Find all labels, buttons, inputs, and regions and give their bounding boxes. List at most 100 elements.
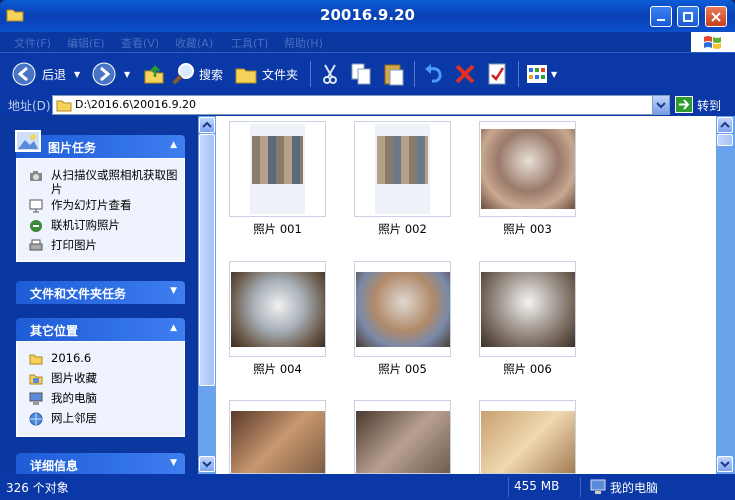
- up-folder-button[interactable]: [143, 61, 165, 87]
- photo-005-image: [356, 272, 450, 347]
- task-pane-scrollbar[interactable]: [198, 116, 216, 474]
- place-my-computer[interactable]: 我的电脑: [29, 391, 97, 406]
- paste-button[interactable]: [383, 61, 405, 87]
- expand-chevron-icon[interactable]: ▼: [170, 458, 177, 468]
- task-order-prints[interactable]: 联机订购照片: [29, 218, 120, 233]
- file-view: 照片 001 照片 002 照片 003 照片 004 照片 005 照片 00…: [216, 116, 716, 474]
- file-folder-tasks-header[interactable]: 文件和文件夹任务 ▼: [16, 281, 185, 304]
- views-button[interactable]: ▼: [527, 61, 557, 87]
- menu-favorites[interactable]: 收藏(A): [175, 35, 213, 51]
- maximize-button[interactable]: [677, 6, 699, 27]
- forward-button[interactable]: ▼: [92, 61, 130, 87]
- menu-view[interactable]: 查看(V): [121, 35, 159, 51]
- scroll-down-button[interactable]: [199, 456, 215, 472]
- thumbnail-001[interactable]: [229, 121, 326, 217]
- photo-003-image: [481, 129, 575, 209]
- menu-help[interactable]: 帮助(H): [284, 35, 323, 51]
- location-label: 我的电脑: [610, 481, 659, 495]
- other-places-header[interactable]: 其它位置 ▲: [16, 318, 185, 341]
- thumbnail-002[interactable]: [354, 121, 451, 217]
- scroll-thumb[interactable]: [199, 134, 215, 386]
- task-slideshow-label: 作为幻灯片查看: [51, 198, 132, 212]
- close-button[interactable]: [705, 6, 727, 27]
- collapse-chevron-icon[interactable]: ▲: [170, 323, 177, 333]
- thumbnail-003[interactable]: [479, 121, 576, 217]
- task-print-pictures[interactable]: 打印图片: [29, 238, 97, 253]
- computer-icon: [29, 392, 43, 405]
- move-to-button[interactable]: [320, 61, 340, 87]
- title-bar[interactable]: 20016.9.20: [0, 0, 735, 32]
- address-input[interactable]: D:\2016.6\20016.9.20: [52, 95, 670, 115]
- back-dropdown-icon[interactable]: ▼: [74, 70, 80, 79]
- task-slideshow[interactable]: 作为幻灯片查看: [29, 198, 132, 213]
- collapse-chevron-icon[interactable]: ▲: [170, 140, 177, 150]
- chevron-down-icon: [656, 102, 666, 109]
- menu-bar: 文件(F) 编辑(E) 查看(V) 收藏(A) 工具(T) 帮助(H): [0, 32, 735, 54]
- menu-tools[interactable]: 工具(T): [231, 35, 268, 51]
- details-header[interactable]: 详细信息 ▼: [16, 453, 185, 476]
- close-icon: [711, 11, 721, 22]
- delete-button[interactable]: [454, 61, 476, 87]
- scroll-thumb[interactable]: [717, 134, 733, 146]
- go-label[interactable]: 转到: [697, 97, 721, 114]
- copy-button[interactable]: [350, 61, 372, 87]
- scroll-down-button[interactable]: [717, 456, 733, 472]
- menu-edit[interactable]: 编辑(E): [67, 35, 105, 51]
- thumbnail-009[interactable]: [479, 400, 576, 474]
- file-name[interactable]: 照片 002: [354, 221, 451, 237]
- chevron-down-icon: [202, 461, 212, 468]
- scroll-up-button[interactable]: [199, 117, 215, 133]
- task-get-pictures[interactable]: 从扫描仪或照相机获取图片: [29, 168, 179, 196]
- photo-004-image: [231, 272, 325, 347]
- views-dropdown-icon[interactable]: ▼: [551, 70, 557, 79]
- thumbnail-008[interactable]: [354, 400, 451, 474]
- windows-logo: [691, 32, 735, 54]
- properties-button[interactable]: [487, 61, 507, 87]
- file-name[interactable]: 照片 003: [479, 221, 576, 237]
- address-value: D:\2016.6\20016.9.20: [75, 98, 197, 111]
- place-my-pictures[interactable]: 图片收藏: [29, 371, 97, 386]
- thumbnail-006[interactable]: [479, 261, 576, 357]
- object-count: 326 个对象: [6, 481, 69, 495]
- undo-icon: [425, 64, 442, 83]
- back-button[interactable]: 后退 ▼: [12, 61, 80, 87]
- photo-008-image: [356, 411, 450, 473]
- maximize-icon: [683, 11, 693, 22]
- thumbnail-005[interactable]: [354, 261, 451, 357]
- paste-icon: [384, 64, 404, 86]
- back-label: 后退: [42, 67, 67, 82]
- menu-file[interactable]: 文件(F): [14, 35, 51, 51]
- file-name[interactable]: 照片 001: [229, 221, 326, 237]
- photo-002-image: [375, 124, 430, 214]
- go-button[interactable]: [675, 96, 693, 113]
- photo-001-image: [250, 124, 305, 214]
- file-name[interactable]: 照片 006: [479, 361, 576, 377]
- printer-icon: [29, 239, 43, 251]
- file-name[interactable]: 照片 005: [354, 361, 451, 377]
- camera-icon: [30, 171, 42, 181]
- picture-tasks-header[interactable]: 图片任务 ▲: [15, 130, 185, 158]
- network-globe-icon: [29, 412, 43, 426]
- photo-007-image: [231, 411, 325, 473]
- place-network-label: 网上邻居: [51, 411, 97, 425]
- undo-button[interactable]: [423, 61, 445, 87]
- folders-button[interactable]: 文件夹: [234, 61, 298, 87]
- place-2016-6[interactable]: 2016.6: [29, 351, 91, 366]
- minimize-button[interactable]: [650, 6, 672, 27]
- place-network[interactable]: 网上邻居: [29, 411, 97, 426]
- minimize-icon: [657, 18, 665, 21]
- my-pictures-icon: [29, 374, 43, 385]
- thumbnail-007[interactable]: [229, 400, 326, 474]
- file-view-scrollbar[interactable]: [716, 116, 735, 474]
- forward-dropdown-icon[interactable]: ▼: [124, 70, 130, 79]
- expand-chevron-icon[interactable]: ▼: [170, 286, 177, 296]
- file-name[interactable]: 照片 004: [229, 361, 326, 377]
- scroll-up-button[interactable]: [717, 117, 733, 133]
- place-my-computer-label: 我的电脑: [51, 391, 97, 405]
- toolbar-separator: [518, 61, 519, 87]
- search-button[interactable]: 搜索: [172, 61, 223, 87]
- thumbnail-004[interactable]: [229, 261, 326, 357]
- task-order-prints-label: 联机订购照片: [51, 218, 120, 232]
- address-dropdown-button[interactable]: [652, 96, 669, 114]
- picture-tasks-body: 从扫描仪或照相机获取图片 作为幻灯片查看 联机订购照片 打印图片: [16, 158, 185, 262]
